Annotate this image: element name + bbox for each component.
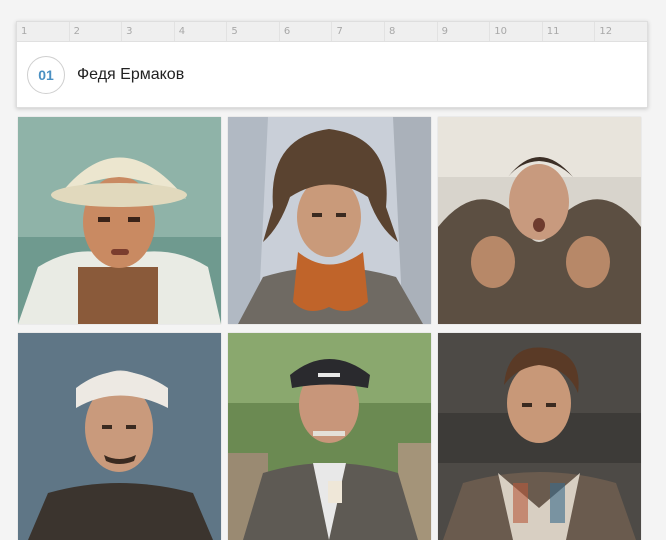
portrait-pith-helmet-icon[interactable] (18, 117, 221, 324)
portrait-fur-hat-icon[interactable] (228, 117, 431, 324)
column-ruler: 1 2 3 4 5 6 7 8 9 10 11 12 (17, 22, 647, 42)
ruler-col: 10 (490, 22, 543, 41)
ruler-col: 6 (280, 22, 333, 41)
actor-card: 1 2 3 4 5 6 7 8 9 10 11 12 01 Федя Ермак… (16, 21, 648, 108)
actor-name[interactable]: Федя Ермаков (77, 66, 184, 84)
portrait-plaid-shirt-icon[interactable] (438, 333, 641, 540)
ruler-col: 4 (175, 22, 228, 41)
actor-row[interactable]: 01 Федя Ермаков (17, 42, 647, 108)
ruler-col: 7 (332, 22, 386, 41)
ruler-col: 12 (599, 26, 613, 37)
ruler-col: 11 (543, 22, 596, 41)
portrait-fur-collar-icon[interactable] (438, 117, 641, 324)
portrait-captain-cap-icon[interactable] (228, 333, 431, 540)
ruler-col: 5 (227, 22, 280, 41)
ruler-col: 8 (385, 22, 438, 41)
number-badge: 01 (27, 56, 65, 94)
ruler-col: 2 (70, 22, 123, 41)
portrait-bandaged-head-icon[interactable] (18, 333, 221, 540)
ruler-col: 1 (17, 22, 70, 41)
ruler-col: 9 (438, 22, 491, 41)
ruler-col: 3 (122, 22, 175, 41)
